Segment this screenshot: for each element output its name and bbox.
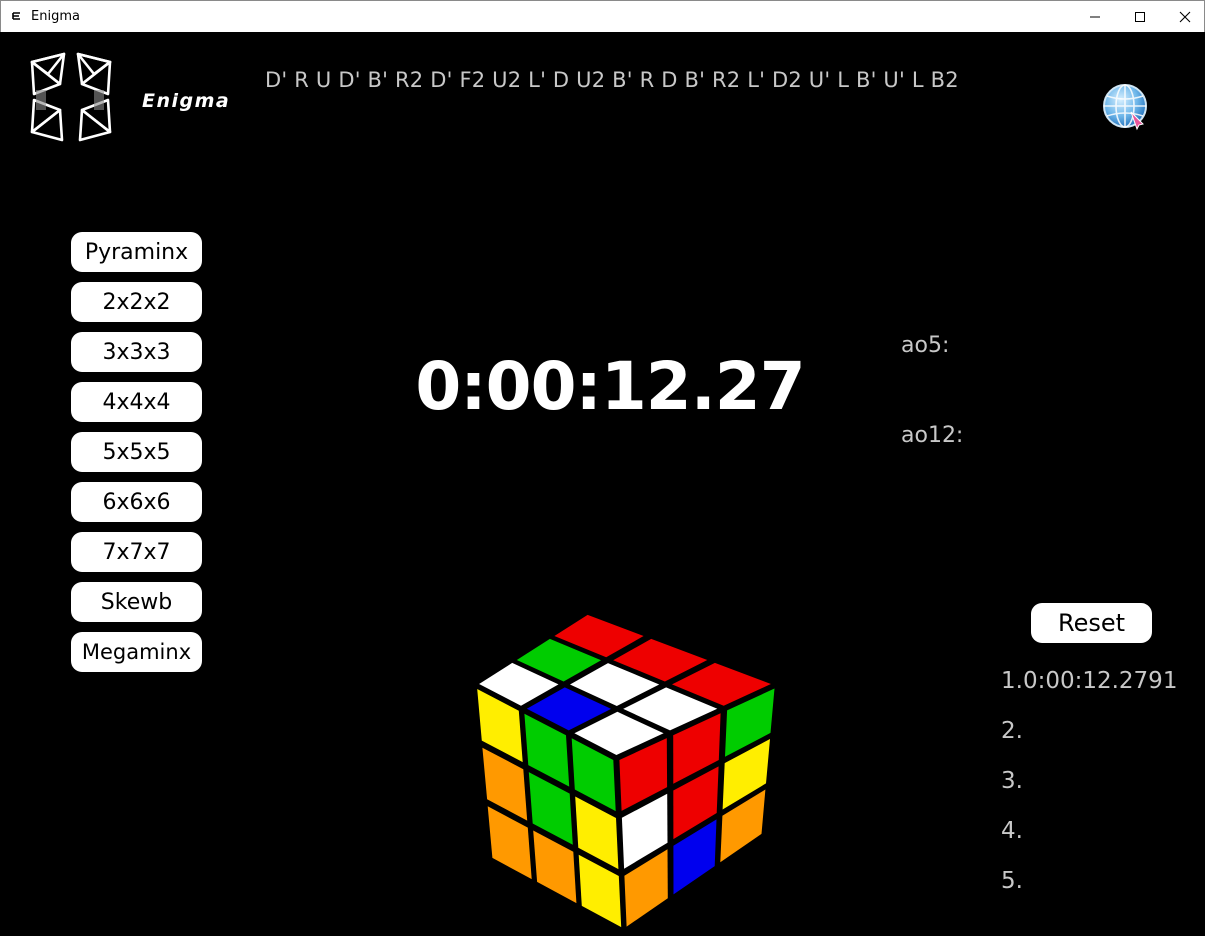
list-item: 5. [1001, 868, 1023, 894]
list-item: 1.0:00:12.2791 [1001, 668, 1178, 694]
close-button[interactable] [1162, 1, 1205, 33]
maximize-button[interactable] [1117, 1, 1163, 33]
minimize-icon [1090, 16, 1100, 18]
puzzle-button-7x7x7[interactable]: 7x7x7 [71, 532, 202, 572]
puzzle-button-2x2x2[interactable]: 2x2x2 [71, 282, 202, 322]
app-main: Enigma D' R U D' B' R2 D' F2 U2 L' D U2 … [0, 32, 1205, 936]
puzzle-button-6x6x6[interactable]: 6x6x6 [71, 482, 202, 522]
minimize-button[interactable] [1072, 1, 1118, 33]
times-list: 1.0:00:12.2791 2. 3. 4. 5. [1001, 660, 1201, 910]
puzzle-button-pyraminx[interactable]: Pyraminx [71, 232, 202, 272]
ao12-label: ao12: [901, 423, 964, 448]
window-title: Enigma [31, 9, 80, 24]
app-icon [12, 12, 20, 20]
timer-display: 0:00:12.27 [415, 348, 805, 425]
globe-icon [1103, 84, 1147, 131]
language-button[interactable] [1101, 82, 1151, 132]
list-item: 3. [1001, 768, 1023, 794]
reset-button[interactable]: Reset [1031, 603, 1152, 643]
puzzle-button-3x3x3[interactable]: 3x3x3 [71, 332, 202, 372]
svg-text:Enigma: Enigma [142, 90, 230, 112]
list-item: 4. [1001, 818, 1023, 844]
list-item: 2. [1001, 718, 1023, 744]
puzzle-button-4x4x4[interactable]: 4x4x4 [71, 382, 202, 422]
brand-wordmark: Enigma [142, 90, 230, 112]
puzzle-button-megaminx[interactable]: Megaminx [71, 632, 202, 672]
close-icon [1179, 11, 1191, 23]
scramble-text: D' R U D' B' R2 D' F2 U2 L' D U2 B' R D … [265, 68, 959, 92]
maximize-icon [1135, 12, 1145, 22]
window-titlebar: Enigma [0, 0, 1205, 32]
puzzle-button-5x5x5[interactable]: 5x5x5 [71, 432, 202, 472]
puzzle-button-skewb[interactable]: Skewb [71, 582, 202, 622]
cube-preview [474, 612, 778, 932]
enigma-logo-icon [30, 52, 112, 142]
ao5-label: ao5: [901, 333, 950, 358]
